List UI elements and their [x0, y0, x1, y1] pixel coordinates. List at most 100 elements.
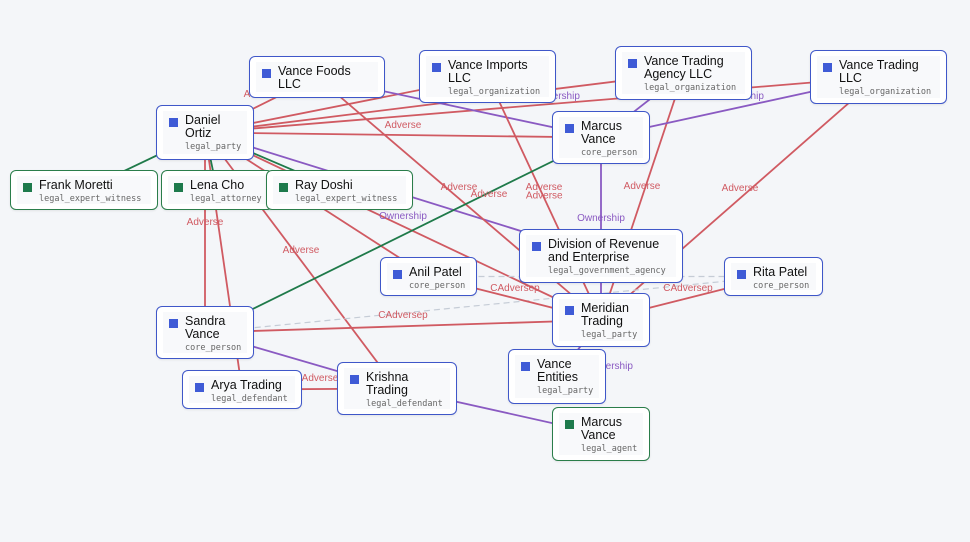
edge-label-daniel_ortiz-marcus_vance_core: Adverse — [385, 120, 422, 131]
node-header: Anil Patel — [387, 263, 470, 279]
node-name: Frank Moretti — [39, 178, 113, 192]
node-card: Vance Trading LLC legal_organization — [817, 56, 940, 98]
node-sandra-vance[interactable]: Sandra Vance core_person — [156, 306, 254, 359]
node-card: Division of Revenue and Enterprise legal_… — [526, 235, 676, 277]
node-marcus-vance-agent[interactable]: Marcus Vance legal_agent — [552, 407, 650, 461]
node-anil-patel[interactable]: Anil Patel core_person — [380, 257, 477, 296]
node-square-icon — [23, 183, 32, 192]
node-square-icon — [262, 69, 271, 78]
node-division-revenue[interactable]: Division of Revenue and Enterprise legal_… — [519, 229, 683, 283]
node-marcus-vance-core[interactable]: Marcus Vance core_person — [552, 111, 650, 164]
node-name: Marcus Vance — [581, 415, 622, 442]
edge-label-daniel_ortiz-arya_trading: Adverse — [187, 217, 224, 228]
node-header: Vance Imports LLC — [426, 56, 549, 85]
node-vance-trading-agency[interactable]: Vance Trading Agency LLC legal_organizati… — [615, 46, 752, 100]
edge-daniel_ortiz-marcus_vance_core[interactable] — [204, 131, 602, 139]
node-header: Arya Trading — [189, 376, 295, 392]
node-type: legal_organization — [448, 87, 541, 97]
node-square-icon — [169, 319, 178, 328]
edge-label-daniel_ortiz-anil_patel: Adverse — [471, 189, 508, 200]
node-square-icon — [195, 383, 204, 392]
node-name: Meridian Trading — [581, 301, 629, 328]
node-header: Sandra Vance — [163, 312, 247, 341]
node-square-icon — [565, 306, 574, 315]
edge-sandra_vance-meridian_trading[interactable] — [204, 319, 602, 334]
node-type: legal_defendant — [211, 394, 288, 403]
node-type: core_person — [185, 343, 242, 353]
node-name: Division of Revenue and Enterprise — [548, 237, 660, 264]
node-vance-trading-llc[interactable]: Vance Trading LLC legal_organization — [810, 50, 947, 104]
node-header: Meridian Trading — [559, 299, 643, 328]
edge-label-vance_imports-meridian_trading: Adverse — [526, 190, 563, 201]
node-card: Arya Trading legal_defendant — [189, 376, 295, 403]
edge-label-vance_trading_llc-meridian_trading: Adverse — [722, 183, 759, 194]
node-header: Marcus Vance — [559, 413, 643, 442]
node-card: Krishna Trading legal_defendant — [344, 368, 450, 409]
node-krishna-trading[interactable]: Krishna Trading legal_defendant — [337, 362, 457, 415]
node-name: Anil Patel — [409, 265, 462, 279]
node-type: legal_attorney — [190, 194, 262, 204]
node-ray-doshi[interactable]: Ray Doshi legal_expert_witness — [266, 170, 413, 210]
node-name: Vance Foods LLC — [278, 64, 351, 91]
node-header: Lena Cho — [168, 176, 266, 192]
node-type: legal_organization — [839, 87, 932, 97]
node-type: legal_party — [537, 386, 594, 396]
node-header: Vance Entities — [515, 355, 599, 384]
node-card: Anil Patel core_person — [387, 263, 470, 290]
node-header: Ray Doshi — [273, 176, 406, 192]
node-daniel-ortiz[interactable]: Daniel Ortiz legal_party — [156, 105, 254, 160]
node-vance-entities[interactable]: Vance Entities legal_party — [508, 349, 606, 404]
node-name: Ray Doshi — [295, 178, 353, 192]
node-square-icon — [169, 118, 178, 127]
node-header: Krishna Trading — [344, 368, 450, 397]
node-card: Vance Foods LLClegal_organization — [256, 62, 378, 92]
node-card: Marcus Vance legal_agent — [559, 413, 643, 455]
node-square-icon — [174, 183, 183, 192]
node-type: legal_expert_witness — [39, 194, 142, 204]
node-card: Meridian Trading legal_party — [559, 299, 643, 341]
node-name: Lena Cho — [190, 178, 245, 192]
node-header: Marcus Vance — [559, 117, 643, 146]
node-vance-foods[interactable]: Vance Foods LLClegal_organization — [249, 56, 385, 98]
node-name: Vance Trading Agency LLC — [644, 54, 724, 81]
node-vance-imports[interactable]: Vance Imports LLC legal_organization — [419, 50, 556, 103]
node-card: Ray Doshi legal_expert_witness — [273, 176, 406, 204]
node-type: core_person — [409, 281, 466, 290]
node-name: Vance Trading LLC — [839, 58, 919, 85]
node-name: Daniel Ortiz — [185, 113, 221, 140]
node-square-icon — [628, 59, 637, 68]
node-square-icon — [521, 362, 530, 371]
node-type: legal_agent — [581, 444, 638, 454]
node-card: Frank Moretti legal_expert_witness — [17, 176, 151, 204]
node-card: Sandra Vance core_person — [163, 312, 247, 353]
node-rita-patel[interactable]: Rita Patel core_person — [724, 257, 823, 296]
node-square-icon — [350, 375, 359, 384]
node-name: Vance Entities — [537, 357, 578, 384]
node-square-icon — [393, 270, 402, 279]
node-arya-trading[interactable]: Arya Trading legal_defendant — [182, 370, 302, 409]
edge-label-marcus_vance_core-division_revenue: Ownership — [577, 213, 625, 224]
node-card: Lena Cho legal_attorney — [168, 176, 266, 204]
node-card: Vance Entities legal_party — [515, 355, 599, 398]
node-square-icon — [279, 183, 288, 192]
node-header: Vance Foods LLC — [256, 62, 378, 91]
node-type: core_person — [753, 281, 810, 290]
node-name: Vance Imports LLC — [448, 58, 528, 85]
node-card: Rita Patel core_person — [731, 263, 816, 290]
edge-label-daniel_ortiz-krishna_trading: Adverse — [283, 245, 320, 256]
node-card: Vance Trading Agency LLC legal_organizati… — [622, 52, 745, 94]
node-header: Vance Trading LLC — [817, 56, 940, 85]
edge-label-sandra_vance-meridian_trading: CAdversep — [378, 310, 428, 321]
node-type: legal_defendant — [366, 399, 443, 409]
node-frank-moretti[interactable]: Frank Moretti legal_expert_witness — [10, 170, 158, 210]
node-meridian-trading[interactable]: Meridian Trading legal_party — [552, 293, 650, 347]
node-name: Krishna Trading — [366, 370, 409, 397]
node-name: Rita Patel — [753, 265, 808, 279]
node-card: Vance Imports LLC legal_organization — [426, 56, 549, 97]
node-card: Marcus Vance core_person — [559, 117, 643, 158]
edge-label-krishna_trading-arya_trading: Adverse — [302, 373, 339, 384]
node-type: legal_party — [185, 142, 242, 152]
graph-canvas[interactable]: Adverse Adverse Adverse Adverse Adverse Adver… — [0, 0, 970, 542]
node-lena-cho[interactable]: Lena Cho legal_attorney — [161, 170, 273, 210]
node-header: Rita Patel — [731, 263, 816, 279]
